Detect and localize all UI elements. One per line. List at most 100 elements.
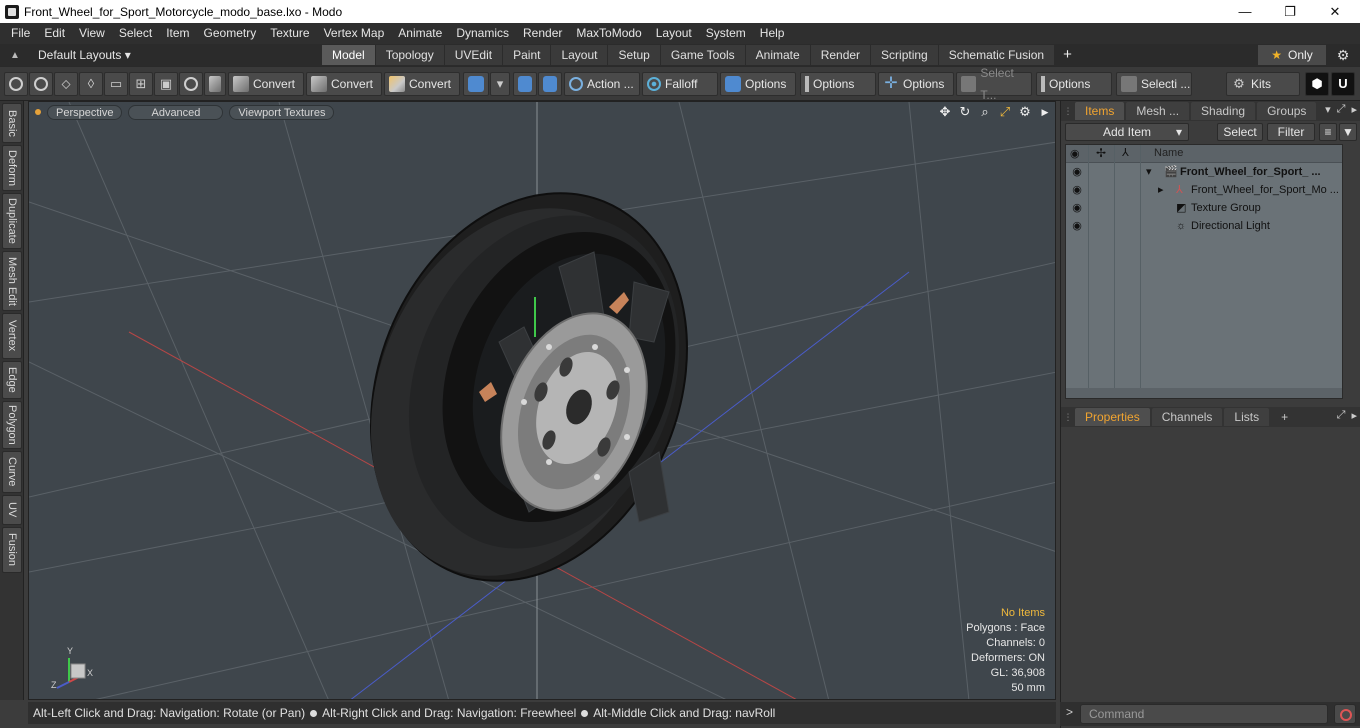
command-history-icon[interactable] [1334, 704, 1356, 724]
kits-button[interactable]: ⚙ Kits [1226, 72, 1300, 96]
add-item-button[interactable]: Add Item ▾ [1065, 123, 1189, 141]
tab-setup[interactable]: Setup [608, 45, 661, 65]
tab-animate[interactable]: Animate [745, 45, 811, 65]
auto-select-button[interactable] [204, 72, 226, 96]
tab-game-tools[interactable]: Game Tools [660, 45, 746, 65]
tab-lists[interactable]: Lists [1224, 408, 1270, 426]
funnel-icon[interactable]: ▼ [1339, 123, 1357, 141]
panel-arrow-icon[interactable]: ▸ [1351, 103, 1357, 116]
tab-duplicate[interactable]: Duplicate [2, 193, 22, 249]
tab-model[interactable]: Model [322, 45, 376, 65]
viewport-gear-icon[interactable]: ⚙ [1017, 104, 1033, 120]
tab-mesh-edit[interactable]: Mesh Edit [2, 251, 22, 311]
tab-shading[interactable]: Shading [1191, 102, 1256, 120]
tab-scripting[interactable]: Scripting [871, 45, 939, 65]
item-list-horizontal-scrollbar[interactable] [1066, 388, 1342, 398]
select-items-button[interactable]: ▭ [104, 72, 128, 96]
convert-button-2[interactable]: Convert [306, 72, 382, 96]
zoom-icon[interactable]: ⌕ [977, 104, 993, 120]
menu-geometry[interactable]: Geometry [197, 23, 264, 44]
select-edges-button[interactable]: ⬦ [54, 72, 78, 96]
menu-file[interactable]: File [4, 23, 37, 44]
tab-fusion[interactable]: Fusion [2, 527, 22, 573]
tab-polygon[interactable]: Polygon [2, 401, 22, 449]
layout-collapse-icon[interactable]: ▲ [0, 50, 30, 61]
3d-viewport[interactable]: Y X Z Perspective Advanced Viewport Text… [28, 101, 1056, 700]
item-row-texture-group[interactable]: ◉ ◩ Texture Group [1066, 199, 1342, 217]
menu-help[interactable]: Help [753, 23, 792, 44]
tab-mesh[interactable]: Mesh ... [1126, 102, 1190, 120]
falloff-button[interactable]: Falloff [642, 72, 718, 96]
select-pivot-button[interactable]: ▣ [154, 72, 178, 96]
maximize-button[interactable]: ❐ [1267, 0, 1313, 23]
item-row-mesh[interactable]: ◉ ▸ ⅄ Front_Wheel_for_Sport_Mo ... [1066, 181, 1342, 199]
tab-basic[interactable]: Basic [2, 103, 22, 143]
options-button-4[interactable]: Options [1036, 72, 1112, 96]
viewport-textures-button[interactable]: Viewport Textures [229, 104, 335, 120]
tab-paint[interactable]: Paint [503, 45, 552, 65]
eye-icon[interactable]: ◉ [1070, 183, 1084, 197]
menu-maxtomodo[interactable]: MaxToModo [569, 23, 648, 44]
pan-icon[interactable]: ✥ [937, 104, 953, 120]
workplane-button[interactable] [538, 72, 562, 96]
tab-curve[interactable]: Curve [2, 451, 22, 493]
expand-panel-icon[interactable]: ⤢ [1337, 103, 1346, 116]
unreal-button[interactable]: U [1331, 72, 1355, 96]
tab-deform[interactable]: Deform [2, 145, 22, 191]
item-row-scene[interactable]: ◉ ▾ 🎬 Front_Wheel_for_Sport_ ... [1066, 163, 1342, 181]
select-center-button[interactable] [179, 72, 203, 96]
tab-items[interactable]: Items [1075, 102, 1125, 120]
tab-uvedit[interactable]: UVEdit [444, 45, 504, 65]
add-tab-icon[interactable]: + [1055, 45, 1080, 65]
menu-texture[interactable]: Texture [263, 23, 316, 44]
tab-channels[interactable]: Channels [1151, 408, 1223, 426]
chevron-down-icon[interactable]: ▾ [1325, 103, 1331, 116]
tab-render[interactable]: Render [810, 45, 872, 65]
options-button-2[interactable]: Options [800, 72, 876, 96]
select-through-button[interactable]: Select T... [956, 66, 1032, 102]
symmetry-button[interactable] [463, 72, 489, 96]
eye-icon[interactable]: ◉ [1070, 201, 1084, 215]
menu-vertex-map[interactable]: Vertex Map [317, 23, 392, 44]
name-column-header[interactable]: Name [1154, 147, 1183, 159]
convert-button-1[interactable]: Convert [228, 72, 304, 96]
options-button-3[interactable]: ✛ Options [878, 72, 954, 96]
select-globe-button[interactable] [29, 72, 53, 96]
select-polygons-button[interactable]: ◊ [79, 72, 103, 96]
unity-button[interactable]: ⬢ [1305, 72, 1329, 96]
tab-layout[interactable]: Layout [551, 45, 609, 65]
expand-arrow-icon[interactable]: ▸ [1158, 181, 1164, 199]
select-materials-button[interactable]: ⊞ [129, 72, 153, 96]
close-button[interactable]: ✕ [1312, 0, 1358, 23]
panel-arrow-icon[interactable]: ▸ [1351, 409, 1357, 422]
expand-arrow-icon[interactable]: ▾ [1146, 163, 1152, 181]
select-button[interactable]: Select [1217, 123, 1263, 141]
symmetry-dropdown[interactable]: ▾ [490, 72, 510, 96]
tab-edge[interactable]: Edge [2, 361, 22, 399]
add-panel-tab-icon[interactable]: + [1271, 408, 1298, 426]
selection-sets-button[interactable]: Selecti ... [1116, 72, 1192, 96]
options-button-1[interactable]: Options [720, 72, 796, 96]
eye-icon[interactable]: ◉ [1070, 165, 1084, 179]
only-toggle-button[interactable]: ★ Only [1258, 45, 1326, 65]
menu-select[interactable]: Select [112, 23, 159, 44]
tab-vertex[interactable]: Vertex [2, 313, 22, 359]
menu-edit[interactable]: Edit [37, 23, 72, 44]
menu-layout[interactable]: Layout [649, 23, 699, 44]
item-row-directional-light[interactable]: ◉ ☼ Directional Light [1066, 217, 1342, 235]
tab-groups[interactable]: Groups [1257, 102, 1317, 120]
menu-render[interactable]: Render [516, 23, 569, 44]
action-center-button[interactable]: Action ... [564, 72, 640, 96]
filter-button[interactable]: Filter [1267, 123, 1315, 141]
menu-system[interactable]: System [699, 23, 753, 44]
minimize-button[interactable]: — [1222, 0, 1268, 23]
gear-icon[interactable]: ⚙ [1334, 46, 1352, 64]
eye-icon[interactable]: ◉ [1070, 219, 1084, 233]
default-layouts-dropdown[interactable]: Default Layouts ▾ [30, 48, 322, 62]
maximize-viewport-icon[interactable]: ⤢ [997, 104, 1013, 120]
list-options-icon[interactable]: ≡ [1319, 123, 1337, 141]
expand-panel-icon[interactable]: ⤢ [1337, 409, 1346, 422]
menu-dynamics[interactable]: Dynamics [449, 23, 516, 44]
tab-properties[interactable]: Properties [1075, 408, 1150, 426]
perspective-button[interactable]: Perspective [47, 104, 123, 120]
